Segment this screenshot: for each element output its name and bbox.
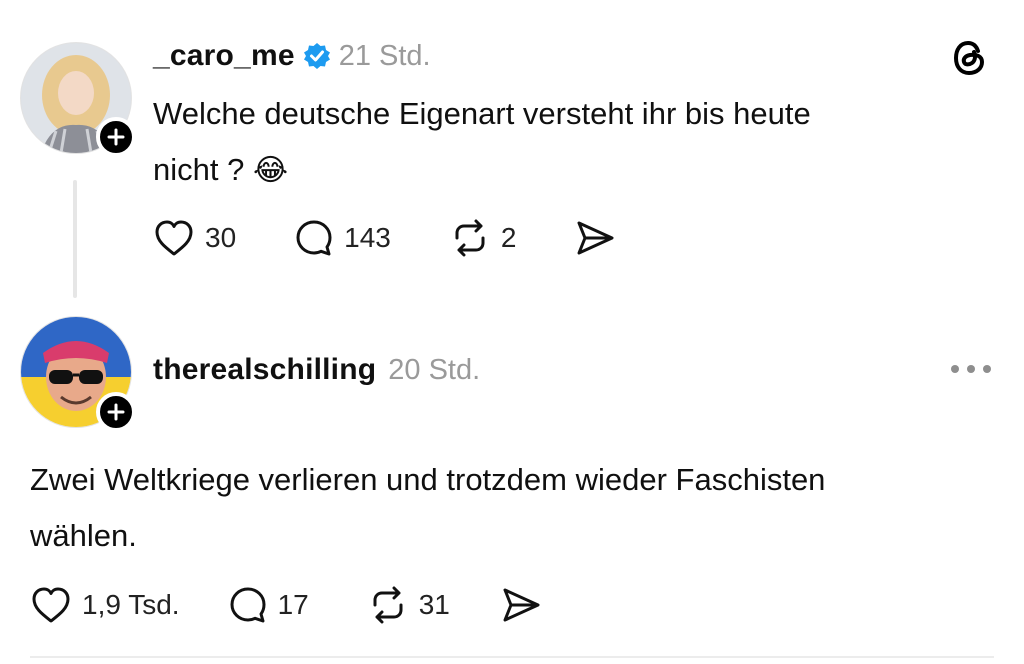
post2-like-button[interactable]: 1,9 Tsd. [30, 585, 180, 625]
share-icon [577, 221, 614, 255]
post2-reply-button[interactable]: 17 [228, 585, 309, 625]
post1-username[interactable]: _caro_me [153, 39, 295, 73]
post1-share-button[interactable] [574, 218, 616, 258]
post2-repost-button[interactable]: 31 [367, 585, 450, 625]
post1-reply-count: 143 [344, 222, 391, 253]
verified-badge-icon [303, 42, 331, 70]
bottom-divider [30, 656, 994, 658]
post1-like-button[interactable]: 30 [153, 218, 236, 258]
post1-text-line1: Welche deutsche Eigenart versteht ihr bi… [153, 96, 811, 131]
heart-icon [32, 587, 70, 623]
post1-text-line2: nicht ? [153, 152, 245, 187]
heart-icon [155, 220, 193, 256]
post2-text-line2: wählen. [30, 518, 137, 553]
follow-plus-button[interactable] [96, 117, 136, 157]
share-icon [503, 588, 540, 622]
post1-reply-button[interactable]: 143 [294, 218, 391, 258]
post1-repost-button[interactable]: 2 [449, 218, 517, 258]
post2-text-line1: Zwei Weltkriege verlieren und trotzdem w… [30, 462, 826, 497]
repost-icon [373, 586, 403, 624]
more-options-button[interactable] [948, 362, 994, 381]
threads-logo-icon[interactable] [948, 36, 992, 85]
repost-icon [455, 219, 485, 257]
post2-username[interactable]: therealschilling [153, 353, 376, 387]
plus-icon [107, 128, 125, 146]
plus-icon [107, 403, 125, 421]
post2-reply-count: 17 [277, 589, 309, 620]
comment-icon [296, 220, 332, 256]
more-icon [951, 365, 991, 373]
post1-timestamp: 21 Std. [338, 39, 431, 72]
post2-like-count: 1,9 Tsd. [82, 589, 180, 620]
post1-repost-count: 2 [500, 222, 517, 253]
follow-plus-button-2[interactable] [96, 392, 136, 432]
post2-repost-count: 31 [418, 589, 450, 620]
laughing-emoji: 😂 [252, 153, 289, 188]
post2-share-button[interactable] [500, 585, 542, 625]
post2-timestamp: 20 Std. [388, 353, 481, 386]
post1-like-count: 30 [205, 222, 237, 253]
comment-icon [230, 587, 266, 623]
thread-connector-line [73, 180, 77, 298]
